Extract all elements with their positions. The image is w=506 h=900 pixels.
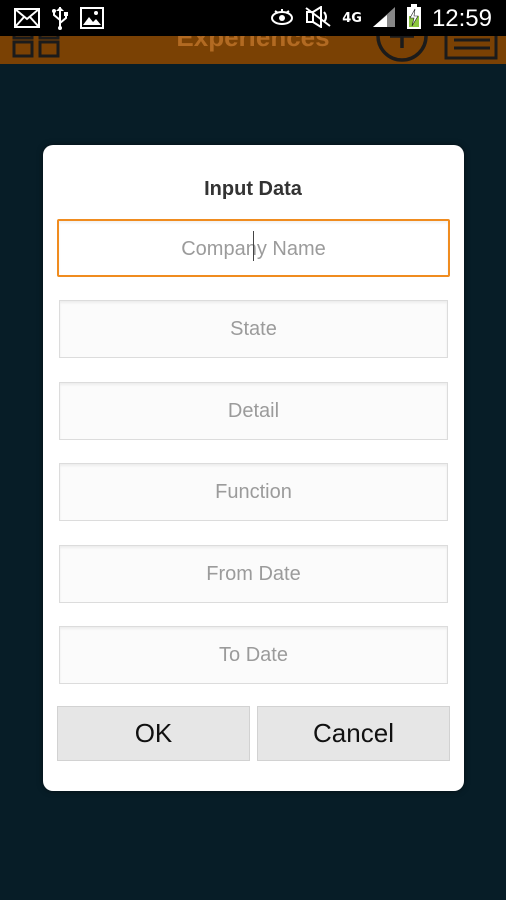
from-date-placeholder: From Date bbox=[206, 563, 301, 585]
state-placeholder: State bbox=[230, 318, 277, 340]
function-placeholder: Function bbox=[215, 481, 292, 503]
image-icon bbox=[80, 7, 104, 33]
ok-button[interactable]: OK bbox=[57, 706, 250, 761]
list-icon[interactable] bbox=[444, 36, 500, 64]
to-date-field[interactable]: To Date bbox=[59, 626, 448, 684]
signal-icon bbox=[372, 6, 396, 32]
network-type: 4G bbox=[342, 11, 362, 26]
state-field[interactable]: State bbox=[59, 300, 448, 358]
to-date-placeholder: To Date bbox=[219, 644, 288, 666]
clock: 12:59 bbox=[431, 5, 492, 32]
app-title: Experiences bbox=[176, 36, 330, 52]
add-icon[interactable] bbox=[374, 36, 430, 64]
usb-icon bbox=[52, 6, 68, 34]
eye-icon bbox=[270, 8, 294, 30]
battery-charging-icon bbox=[406, 4, 422, 34]
detail-placeholder: Detail bbox=[227, 400, 280, 422]
cancel-button[interactable]: Cancel bbox=[257, 706, 450, 761]
function-field[interactable]: Function bbox=[59, 463, 448, 521]
from-date-field[interactable]: From Date bbox=[59, 545, 448, 603]
mute-icon bbox=[304, 5, 332, 32]
text-cursor bbox=[253, 231, 254, 261]
email-icon bbox=[14, 8, 40, 32]
app-bar: Experiences bbox=[0, 36, 506, 64]
detail-field[interactable]: Detail bbox=[59, 382, 448, 440]
dialog-title: Input Data bbox=[204, 178, 302, 200]
status-bar: 4G 12:59 bbox=[0, 0, 506, 36]
company-name-field[interactable]: Company Name bbox=[57, 219, 450, 277]
